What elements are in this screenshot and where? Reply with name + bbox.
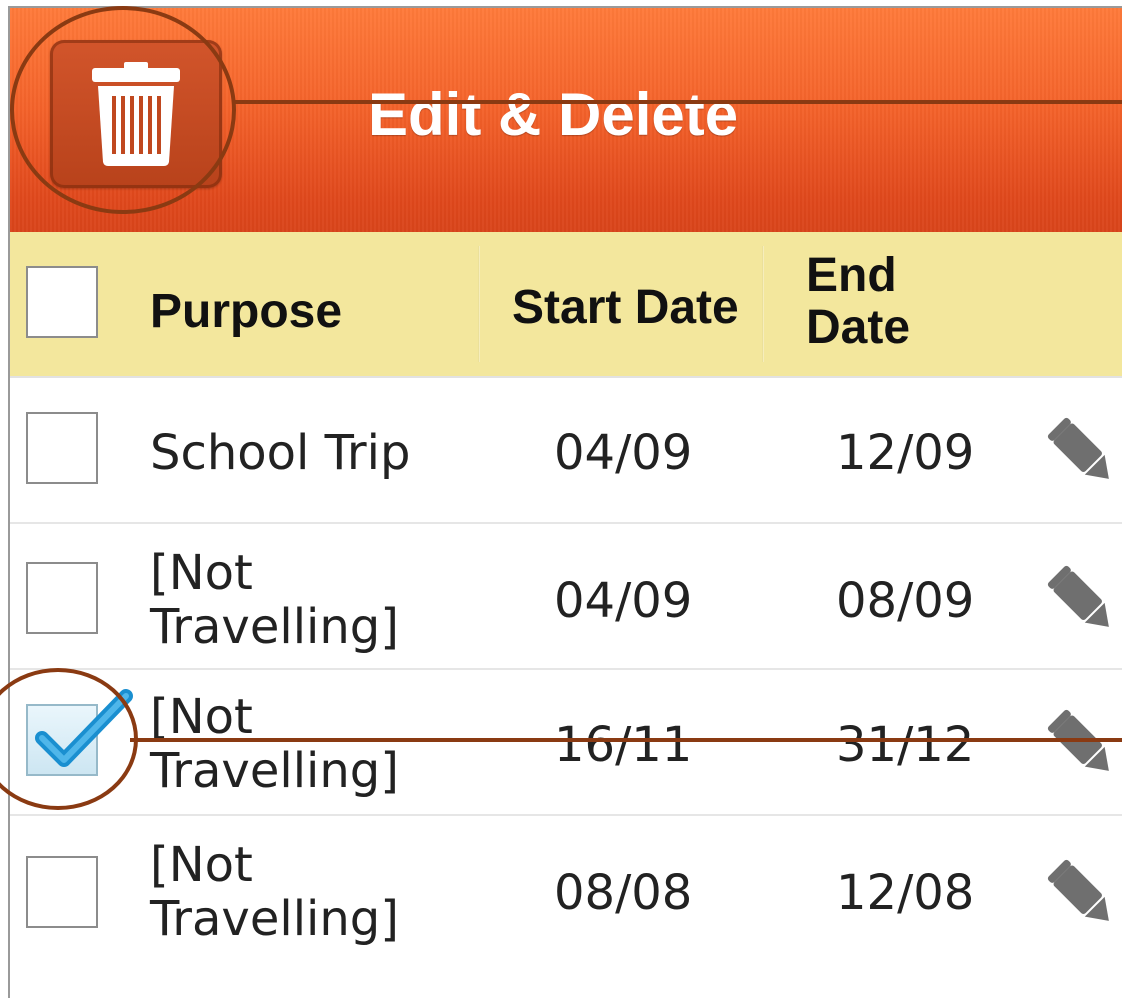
row-checkbox[interactable] bbox=[26, 856, 98, 928]
row-purpose-line1: [Not bbox=[150, 689, 253, 745]
column-divider bbox=[478, 246, 480, 362]
row-purpose-line2: Travelling] bbox=[150, 891, 399, 947]
table-row[interactable]: [Not Travelling] 04/09 08/09 bbox=[10, 524, 1122, 670]
row-purpose-line1: [Not bbox=[150, 545, 253, 601]
column-header-end-date-line1: End bbox=[806, 249, 897, 302]
column-header-start-date[interactable]: Start Date bbox=[512, 282, 739, 334]
annotation-line-delete bbox=[232, 100, 1122, 104]
row-purpose: [Not Travelling] bbox=[150, 838, 399, 946]
row-purpose: [Not Travelling] bbox=[150, 546, 399, 654]
pencil-icon[interactable] bbox=[1042, 704, 1122, 784]
row-start-date: 04/09 bbox=[554, 573, 693, 629]
column-header-purpose[interactable]: Purpose bbox=[150, 286, 342, 338]
row-purpose-line2: Travelling] bbox=[150, 599, 399, 655]
table-row[interactable]: School Trip 04/09 12/09 bbox=[10, 378, 1122, 524]
row-start-date: 08/08 bbox=[554, 865, 693, 921]
table-header: Purpose Start Date End Date bbox=[10, 232, 1122, 378]
table-row[interactable]: [Not Travelling] 08/08 12/08 bbox=[10, 816, 1122, 962]
row-end-date: 31/12 bbox=[836, 717, 975, 773]
row-checkbox[interactable] bbox=[26, 412, 98, 484]
row-purpose: [Not Travelling] bbox=[150, 690, 399, 798]
row-end-date: 12/09 bbox=[836, 425, 975, 481]
pencil-icon[interactable] bbox=[1042, 854, 1122, 934]
row-end-date: 12/08 bbox=[836, 865, 975, 921]
select-all-checkbox[interactable] bbox=[26, 266, 98, 338]
annotation-circle-delete bbox=[10, 6, 236, 214]
page-title: Edit & Delete bbox=[368, 81, 739, 148]
row-end-date: 08/09 bbox=[836, 573, 975, 629]
pencil-icon[interactable] bbox=[1042, 560, 1122, 640]
pencil-icon[interactable] bbox=[1042, 412, 1122, 492]
column-header-end-date-line2: Date bbox=[806, 301, 911, 354]
row-start-date: 04/09 bbox=[554, 425, 693, 481]
row-start-date: 16/11 bbox=[554, 717, 693, 773]
row-purpose-line1: [Not bbox=[150, 837, 253, 893]
table-row[interactable]: [Not Travelling] 16/11 31/12 bbox=[10, 670, 1122, 816]
annotation-line-checkbox bbox=[130, 738, 1122, 742]
row-purpose: School Trip bbox=[150, 425, 411, 481]
row-checkbox[interactable] bbox=[26, 562, 98, 634]
row-purpose-line2: Travelling] bbox=[150, 743, 399, 799]
column-header-end-date[interactable]: End Date bbox=[806, 250, 910, 354]
column-divider bbox=[762, 246, 764, 362]
